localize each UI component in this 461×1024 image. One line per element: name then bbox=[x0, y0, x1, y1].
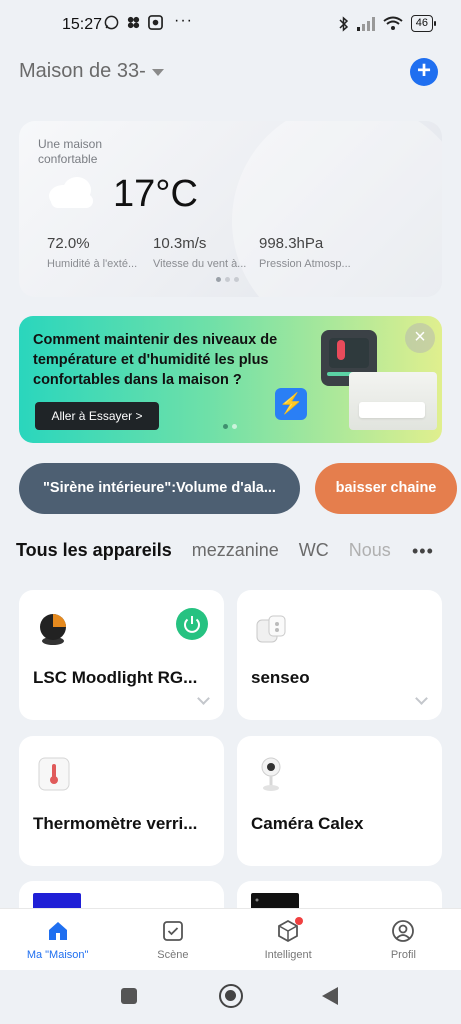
tab-wc[interactable]: WC bbox=[299, 540, 329, 561]
weather-page-indicator bbox=[216, 277, 239, 282]
action-shortcut-button[interactable]: baisser chaine bbox=[315, 463, 457, 514]
notification-badge bbox=[294, 917, 303, 925]
profile-icon bbox=[392, 920, 415, 942]
home-icon bbox=[48, 922, 67, 940]
stat-value: 72.0% bbox=[47, 235, 90, 252]
app-icon bbox=[148, 15, 163, 30]
page-dot bbox=[223, 424, 228, 429]
nav-profile[interactable]: Profil bbox=[346, 909, 461, 970]
device-card[interactable]: Caméra Calex bbox=[237, 736, 442, 866]
nav-label: Profil bbox=[390, 949, 416, 961]
tab-mezzanine[interactable]: mezzanine bbox=[192, 540, 279, 561]
bottom-nav: Ma "Maison" Scène Intelligent Profil bbox=[0, 908, 461, 970]
page-dot bbox=[232, 424, 237, 429]
scene-icon bbox=[162, 921, 183, 941]
status-time: 15:27 bbox=[62, 16, 103, 33]
status-system-icons: 46 bbox=[339, 15, 437, 32]
plug-icon bbox=[256, 615, 286, 643]
home-name: Maison de 33- bbox=[19, 60, 146, 82]
weather-subtitle: Une maison confortable bbox=[38, 137, 103, 166]
stat-label: Vitesse du vent à... bbox=[153, 258, 247, 270]
chevron-down-icon bbox=[151, 69, 164, 76]
stat-value: 10.3m/s bbox=[153, 235, 207, 252]
system-home-button[interactable] bbox=[219, 984, 243, 1008]
home-selector[interactable]: Maison de 33- bbox=[19, 60, 164, 83]
banner-text: Comment maintenir des niveaux de tempéra… bbox=[33, 332, 278, 388]
close-icon[interactable]: × bbox=[405, 323, 435, 353]
lightning-icon: ⚡ bbox=[275, 388, 307, 420]
room-tabs: Tous les appareils mezzanine WC Nous bbox=[16, 540, 408, 568]
cloud-icon bbox=[49, 177, 93, 208]
wifi-icon bbox=[383, 16, 403, 30]
chevron-down-icon[interactable] bbox=[197, 692, 210, 705]
device-screen bbox=[329, 338, 369, 368]
nav-label: Intelligent bbox=[264, 949, 312, 961]
nav-label: Scène bbox=[157, 949, 189, 961]
stat-value: 998.3hPa bbox=[259, 235, 324, 252]
device-name: Thermomètre verri... bbox=[33, 814, 198, 833]
device-name: LSC Moodlight RG... bbox=[33, 668, 198, 687]
battery-icon: 46 bbox=[410, 15, 437, 32]
chevron-down-icon[interactable] bbox=[415, 692, 428, 705]
device-name: Caméra Calex bbox=[251, 814, 364, 833]
stat-label: Humidité à l'exté... bbox=[47, 258, 138, 270]
device-name: senseo bbox=[251, 668, 310, 687]
tab-all-devices[interactable]: Tous les appareils bbox=[16, 540, 172, 561]
device-card[interactable]: senseo bbox=[237, 590, 442, 720]
thermometer-icon bbox=[337, 340, 345, 360]
signal-icon bbox=[356, 16, 375, 31]
device-card[interactable]: Thermomètre verri... bbox=[19, 736, 224, 866]
weather-decoration bbox=[232, 121, 442, 297]
more-dots-icon: ··· bbox=[174, 12, 193, 29]
stat-label: Pression Atmosp... bbox=[259, 258, 351, 270]
status-bar: 15:27 ··· 46 bbox=[0, 0, 461, 50]
tab-nous[interactable]: Nous bbox=[349, 540, 391, 561]
weather-stat-wind: 10.3m/s Vitesse du vent à... bbox=[153, 235, 259, 270]
thermometer-icon bbox=[38, 757, 70, 791]
add-device-button[interactable]: + bbox=[410, 58, 438, 86]
whatsapp-icon bbox=[104, 15, 119, 30]
power-icon bbox=[184, 616, 200, 633]
device-card[interactable]: LSC Moodlight RG... bbox=[19, 590, 224, 720]
nav-smart[interactable]: Intelligent bbox=[231, 909, 346, 970]
try-button[interactable]: Aller à Essayer > bbox=[35, 402, 159, 430]
nav-label: Ma "Maison" bbox=[26, 949, 89, 961]
more-tabs-icon[interactable]: ••• bbox=[412, 541, 434, 562]
back-button[interactable] bbox=[322, 987, 338, 1005]
banner-page-indicator bbox=[223, 424, 237, 429]
nav-scene[interactable]: Scène bbox=[115, 909, 230, 970]
page-dot bbox=[225, 277, 230, 282]
clover-icon bbox=[127, 16, 140, 29]
nav-home[interactable]: Ma "Maison" bbox=[0, 909, 115, 970]
recents-button[interactable] bbox=[121, 988, 137, 1004]
page-dot bbox=[216, 277, 221, 282]
weather-stat-humidity: 72.0% Humidité à l'exté... bbox=[47, 235, 153, 270]
weather-stat-pressure: 998.3hPa Pression Atmosp... bbox=[259, 235, 365, 270]
weather-temperature: 17°C bbox=[113, 173, 198, 215]
room-illustration bbox=[349, 372, 437, 430]
bed-illustration bbox=[359, 402, 425, 418]
plus-icon: + bbox=[416, 57, 431, 84]
weather-card[interactable]: Une maison confortable 17°C 72.0% Humidi… bbox=[19, 121, 442, 297]
page-dot bbox=[234, 277, 239, 282]
camera-icon bbox=[261, 757, 281, 791]
promo-banner[interactable]: Comment maintenir des niveaux de tempéra… bbox=[19, 316, 442, 443]
power-button[interactable] bbox=[176, 608, 208, 640]
scene-shortcut-button[interactable]: "Sirène intérieure":Volume d'ala... bbox=[19, 463, 300, 514]
bluetooth-icon bbox=[339, 15, 348, 32]
status-notification-icons bbox=[104, 15, 163, 30]
weather-stats: 72.0% Humidité à l'exté... 10.3m/s Vites… bbox=[47, 235, 365, 270]
moodlight-icon bbox=[40, 614, 66, 645]
